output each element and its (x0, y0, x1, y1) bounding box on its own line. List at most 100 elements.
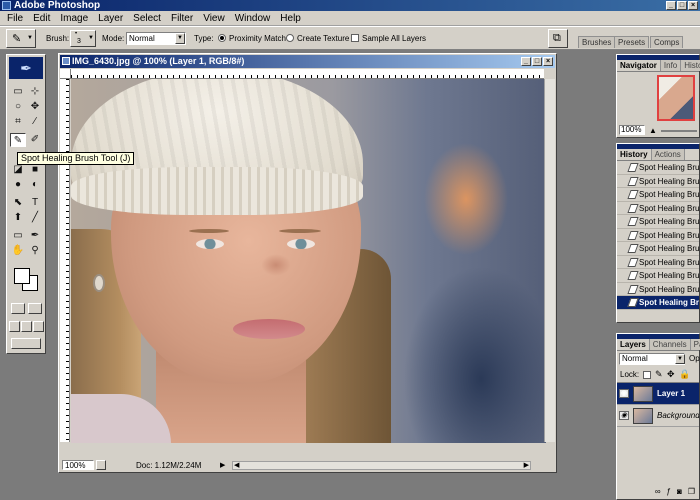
tool-preset-picker[interactable]: ✎ ▼ (6, 29, 36, 48)
navigator-zoom-field[interactable]: 100% (619, 125, 645, 135)
document-title-bar[interactable]: IMG_6430.jpg @ 100% (Layer 1, RGB/8#) _ … (60, 55, 555, 68)
gradient-tool-icon[interactable]: ■ (27, 163, 43, 177)
history-item[interactable]: Spot Healing Brush (617, 188, 699, 202)
maximize-icon[interactable]: □ (677, 1, 687, 10)
foreground-color-swatch[interactable] (14, 268, 30, 284)
tab-layers[interactable]: Layers (617, 339, 650, 350)
menu-window[interactable]: Window (230, 11, 276, 26)
ruler-origin[interactable] (60, 69, 71, 79)
menu-image[interactable]: Image (55, 11, 93, 26)
layer-style-icon[interactable]: ƒ (667, 487, 671, 497)
screen-mode-standard-button[interactable] (9, 321, 20, 332)
quick-mask-mode-button[interactable] (28, 303, 42, 314)
tab-info[interactable]: Info (660, 60, 682, 71)
navigator-zoom-slider[interactable] (661, 130, 697, 132)
line-tool-icon[interactable]: ╱ (27, 211, 43, 225)
add-mask-icon[interactable]: ◙ (677, 487, 682, 497)
spot-healing-brush-tool-icon[interactable]: ✎ (10, 133, 26, 147)
zoom-out-icon[interactable]: ▲ (649, 126, 657, 135)
proximity-match-radio[interactable] (218, 34, 226, 42)
lasso-tool-icon[interactable]: ○ (10, 100, 26, 114)
history-item[interactable]: Spot Healing Brush (617, 161, 699, 175)
dodge-tool-icon[interactable]: ◐ (27, 178, 43, 192)
maximize-icon[interactable]: □ (532, 57, 542, 66)
standard-mode-button[interactable] (11, 303, 25, 314)
screen-mode-full-menu-button[interactable] (21, 321, 32, 332)
menu-view[interactable]: View (198, 11, 230, 26)
lock-pixels-icon[interactable]: ✎ (655, 369, 663, 380)
status-menu-arrow-icon[interactable]: ▶ (220, 460, 225, 471)
history-item-active[interactable]: Spot Healing Brush (617, 296, 699, 310)
tab-actions[interactable]: Actions (651, 149, 685, 160)
create-texture-radio[interactable] (286, 34, 294, 42)
scroll-right-icon[interactable]: ▶ (524, 460, 529, 471)
brush-picker[interactable]: • 3 ▼ (70, 30, 96, 47)
menu-select[interactable]: Select (128, 11, 166, 26)
marquee-tool-icon[interactable]: ▭ (10, 85, 26, 99)
tab-channels[interactable]: Channels (649, 339, 691, 350)
visibility-eye-icon[interactable]: ◉ (619, 389, 629, 398)
palette-well-button[interactable]: ⧉ (548, 29, 568, 48)
eyedropper-tool-icon[interactable]: ✒ (27, 229, 43, 243)
zoom-menu-button[interactable] (96, 460, 106, 470)
well-tab-comps[interactable]: Comps (650, 36, 684, 48)
feather-logo-icon[interactable]: ✒ (9, 57, 43, 79)
well-tab-brushes[interactable]: Brushes (578, 36, 616, 48)
visibility-eye-icon[interactable]: ◉ (619, 411, 629, 420)
new-layer-icon[interactable]: ❐ (688, 487, 695, 497)
lock-transparency-checkbox[interactable] (643, 371, 651, 379)
navigator-thumbnail[interactable] (657, 75, 695, 121)
image-canvas[interactable] (71, 79, 546, 444)
history-item[interactable]: Spot Healing Brush (617, 175, 699, 188)
screen-mode-full-button[interactable] (33, 321, 44, 332)
tab-histogram[interactable]: Histo (681, 60, 700, 71)
minimize-icon[interactable]: _ (521, 57, 531, 66)
lock-all-icon[interactable]: 🔒 (679, 369, 690, 380)
menu-file[interactable]: File (2, 11, 28, 26)
history-item[interactable]: Spot Healing Brush (617, 229, 699, 242)
history-item[interactable]: Spot Healing Brush (617, 256, 699, 269)
menu-filter[interactable]: Filter (166, 11, 198, 26)
close-icon[interactable]: × (543, 57, 553, 66)
move-tool-icon[interactable]: ⊹ (27, 85, 43, 99)
vertical-scrollbar[interactable] (544, 79, 555, 442)
notes-tool-icon[interactable]: ▭ (10, 229, 26, 243)
zoom-field[interactable]: 100% (62, 460, 94, 470)
type-tool-icon[interactable]: T (27, 196, 43, 210)
chevron-down-icon[interactable]: ▼ (675, 354, 685, 364)
magic-wand-tool-icon[interactable]: ✥ (27, 100, 43, 114)
well-tab-presets[interactable]: Presets (614, 36, 650, 48)
tab-history[interactable]: History (617, 149, 652, 160)
history-item[interactable]: Spot Healing Brush (617, 283, 699, 296)
history-item[interactable]: Spot Healing Brush (617, 242, 699, 256)
eraser-tool-icon[interactable]: ◪ (10, 163, 26, 177)
menu-edit[interactable]: Edit (28, 11, 55, 26)
menu-help[interactable]: Help (275, 11, 306, 26)
history-item[interactable]: Spot Healing Brush (617, 202, 699, 215)
lock-position-icon[interactable]: ✥ (667, 369, 675, 380)
sample-all-layers-checkbox[interactable] (351, 34, 359, 42)
crop-tool-icon[interactable]: ⌗ (10, 115, 26, 129)
history-item[interactable]: Spot Healing Brush (617, 269, 699, 283)
mode-select[interactable]: Normal ▼ (126, 32, 186, 45)
slice-tool-icon[interactable]: ∕ (27, 115, 43, 129)
jump-to-imageready-button[interactable] (11, 338, 41, 349)
minimize-icon[interactable]: _ (666, 1, 676, 10)
tab-paths[interactable]: Pa (690, 339, 700, 350)
horizontal-scrollbar[interactable] (232, 461, 531, 470)
layer-row-background[interactable]: ◉ Background (617, 405, 699, 427)
tab-navigator[interactable]: Navigator (617, 60, 661, 71)
link-layers-icon[interactable]: ∞ (655, 487, 661, 497)
zoom-tool-icon[interactable]: ⚲ (27, 244, 43, 258)
path-selection-tool-icon[interactable]: ⬉ (10, 196, 26, 210)
vertical-ruler[interactable] (60, 79, 70, 442)
history-item[interactable]: Spot Healing Brush (617, 215, 699, 229)
layer-row-layer-1[interactable]: ◉ Layer 1 (617, 383, 699, 405)
close-icon[interactable]: × (688, 1, 698, 10)
pen-tool-icon[interactable]: ⬆ (10, 211, 26, 225)
menu-layer[interactable]: Layer (93, 11, 128, 26)
horizontal-ruler[interactable] (71, 69, 544, 79)
brush-tool-icon[interactable]: ✐ (27, 133, 43, 147)
blur-tool-icon[interactable]: ● (10, 178, 26, 192)
hand-tool-icon[interactable]: ✋ (10, 244, 26, 258)
